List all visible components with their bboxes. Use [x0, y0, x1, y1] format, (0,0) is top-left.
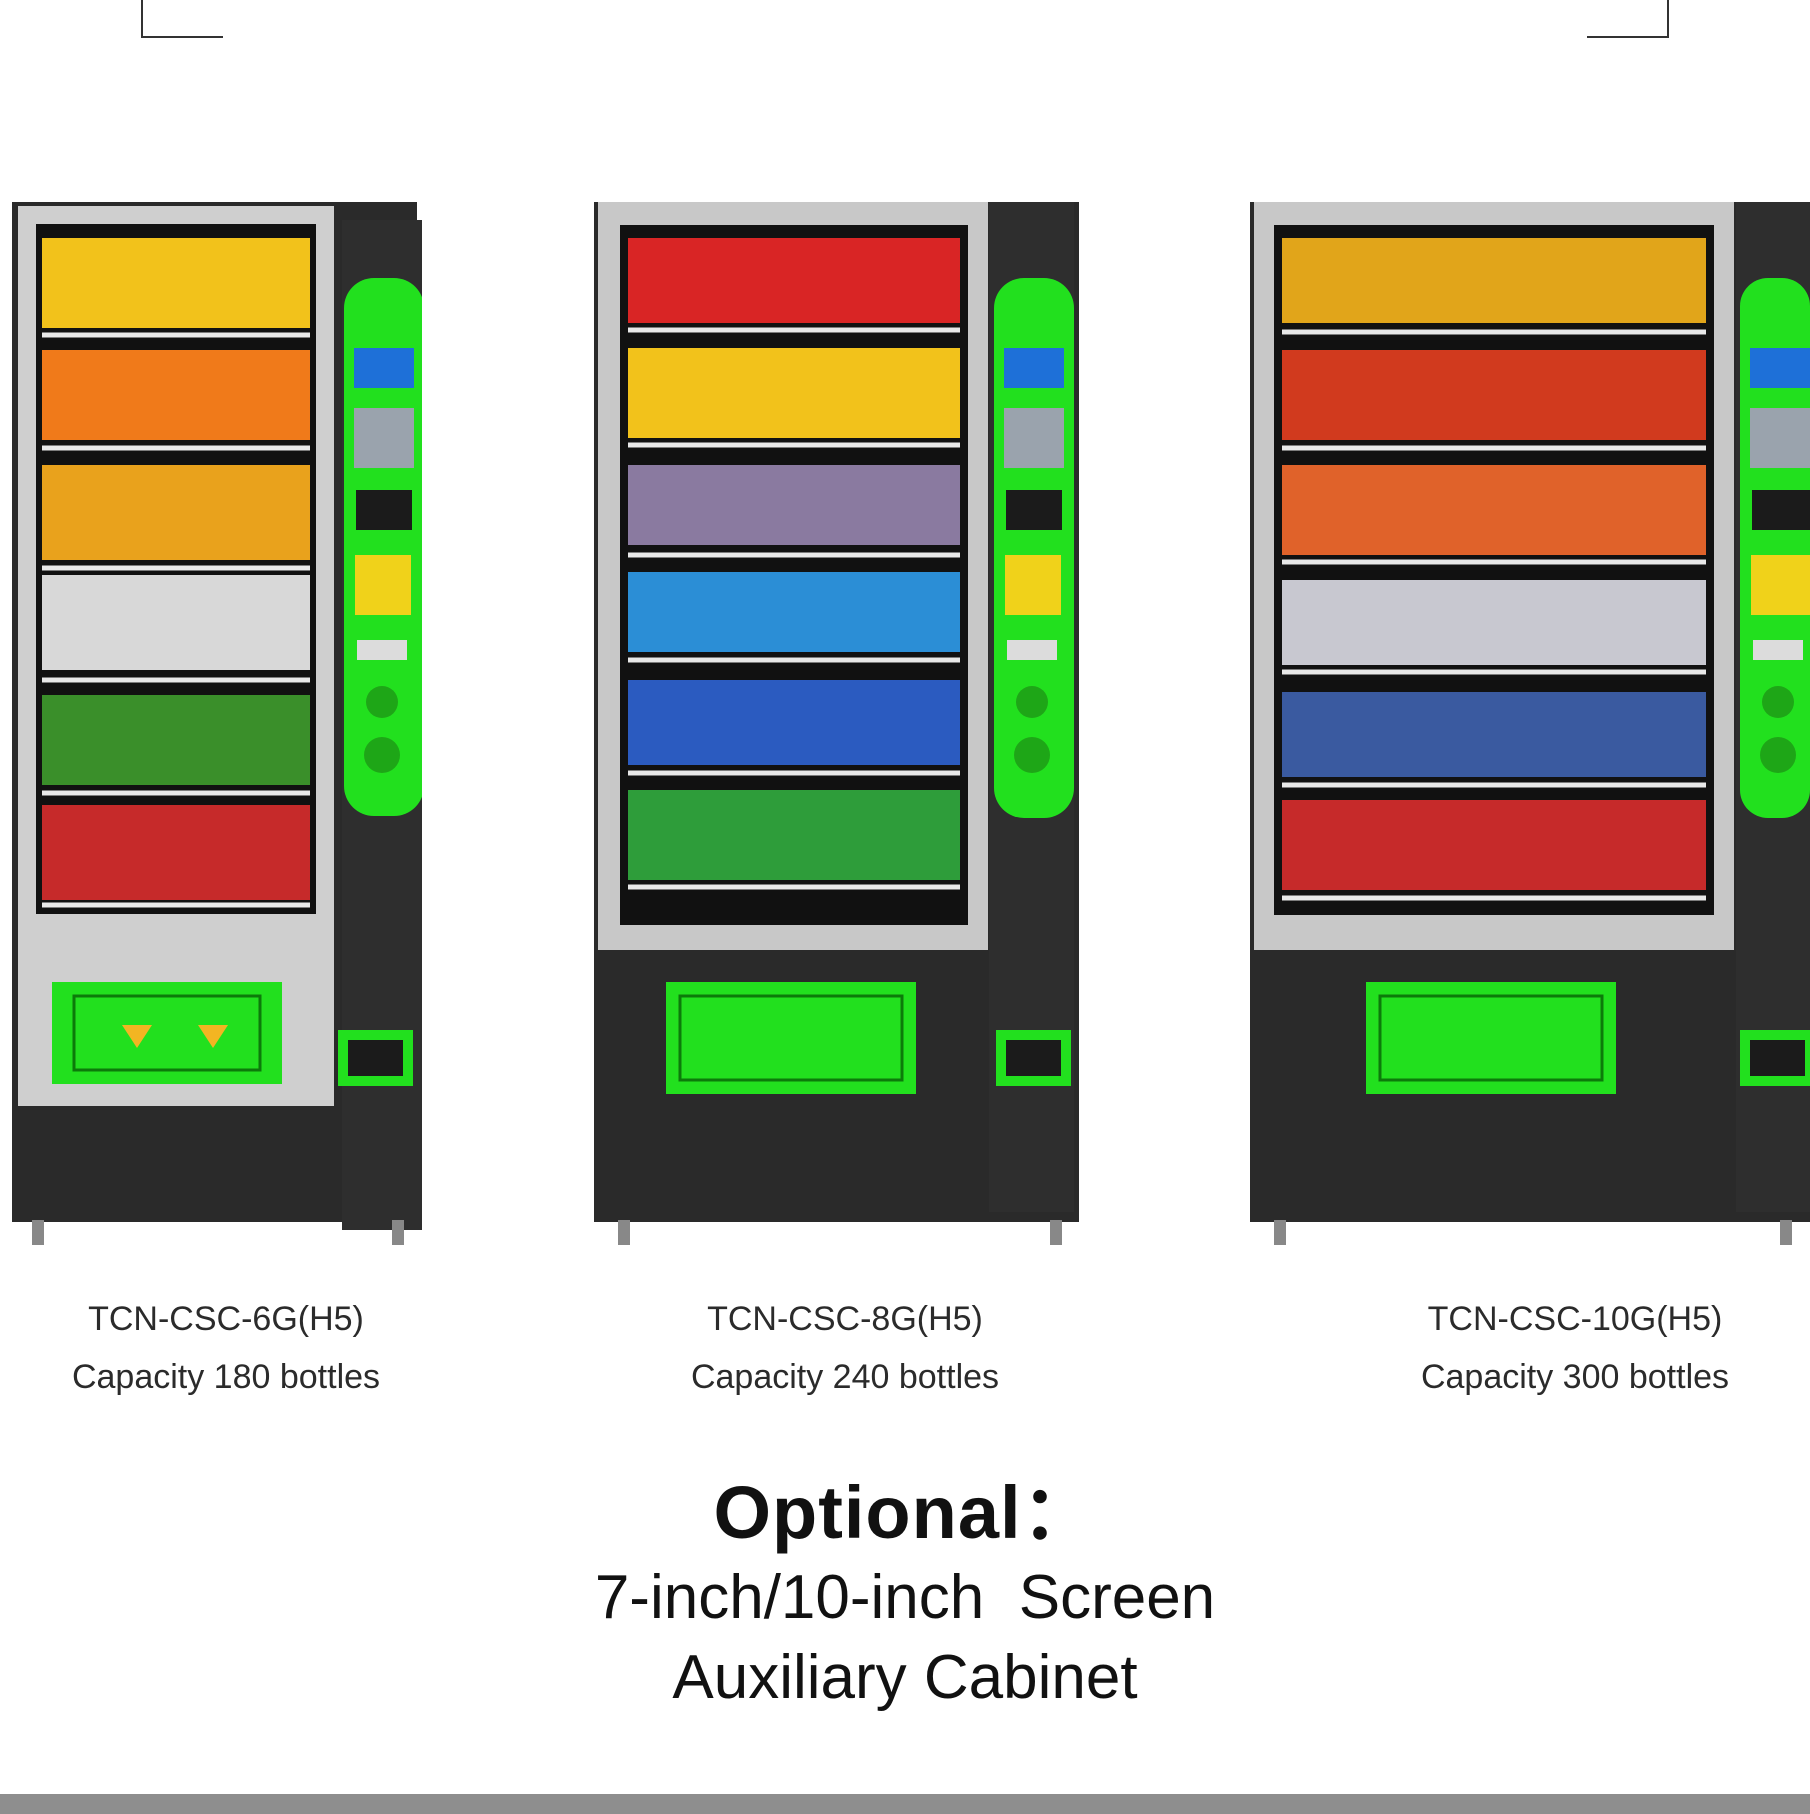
model-name: TCN-CSC-6G(H5)	[88, 1300, 364, 1338]
frame-corner-left	[141, 0, 223, 38]
model-name: TCN-CSC-8G(H5)	[707, 1300, 983, 1338]
model-name: TCN-CSC-10G(H5)	[1427, 1300, 1723, 1338]
caption-8g: TCN-CSC-8G(H5) Capacity 240 bottles	[655, 1290, 1035, 1406]
vending-machine-illustration	[1250, 202, 1810, 1245]
vending-machine-6g	[12, 190, 422, 1260]
vending-machine-illustration	[12, 202, 422, 1245]
bottom-bar	[0, 1794, 1810, 1814]
capacity-text: Capacity 240 bottles	[690, 1358, 1000, 1396]
optional-screen: 7-inch/10-inch Screen	[594, 1563, 1216, 1632]
vending-machine-illustration	[594, 202, 1079, 1245]
caption-6g: TCN-CSC-6G(H5) Capacity 180 bottles	[36, 1290, 416, 1406]
vending-machine-10g	[1250, 190, 1810, 1260]
vending-machine-8g	[594, 190, 1084, 1260]
caption-10g: TCN-CSC-10G(H5) Capacity 300 bottles	[1385, 1290, 1765, 1406]
optional-features: Optional： 7-inch/10-inch Screen Auxiliar…	[0, 1468, 1810, 1718]
capacity-text: Capacity 300 bottles	[1420, 1358, 1730, 1396]
optional-cabinet: Auxiliary Cabinet	[672, 1643, 1138, 1712]
frame-corner-right	[1587, 0, 1669, 38]
capacity-text: Capacity 180 bottles	[71, 1358, 381, 1396]
optional-title: Optional：	[713, 1471, 1097, 1554]
